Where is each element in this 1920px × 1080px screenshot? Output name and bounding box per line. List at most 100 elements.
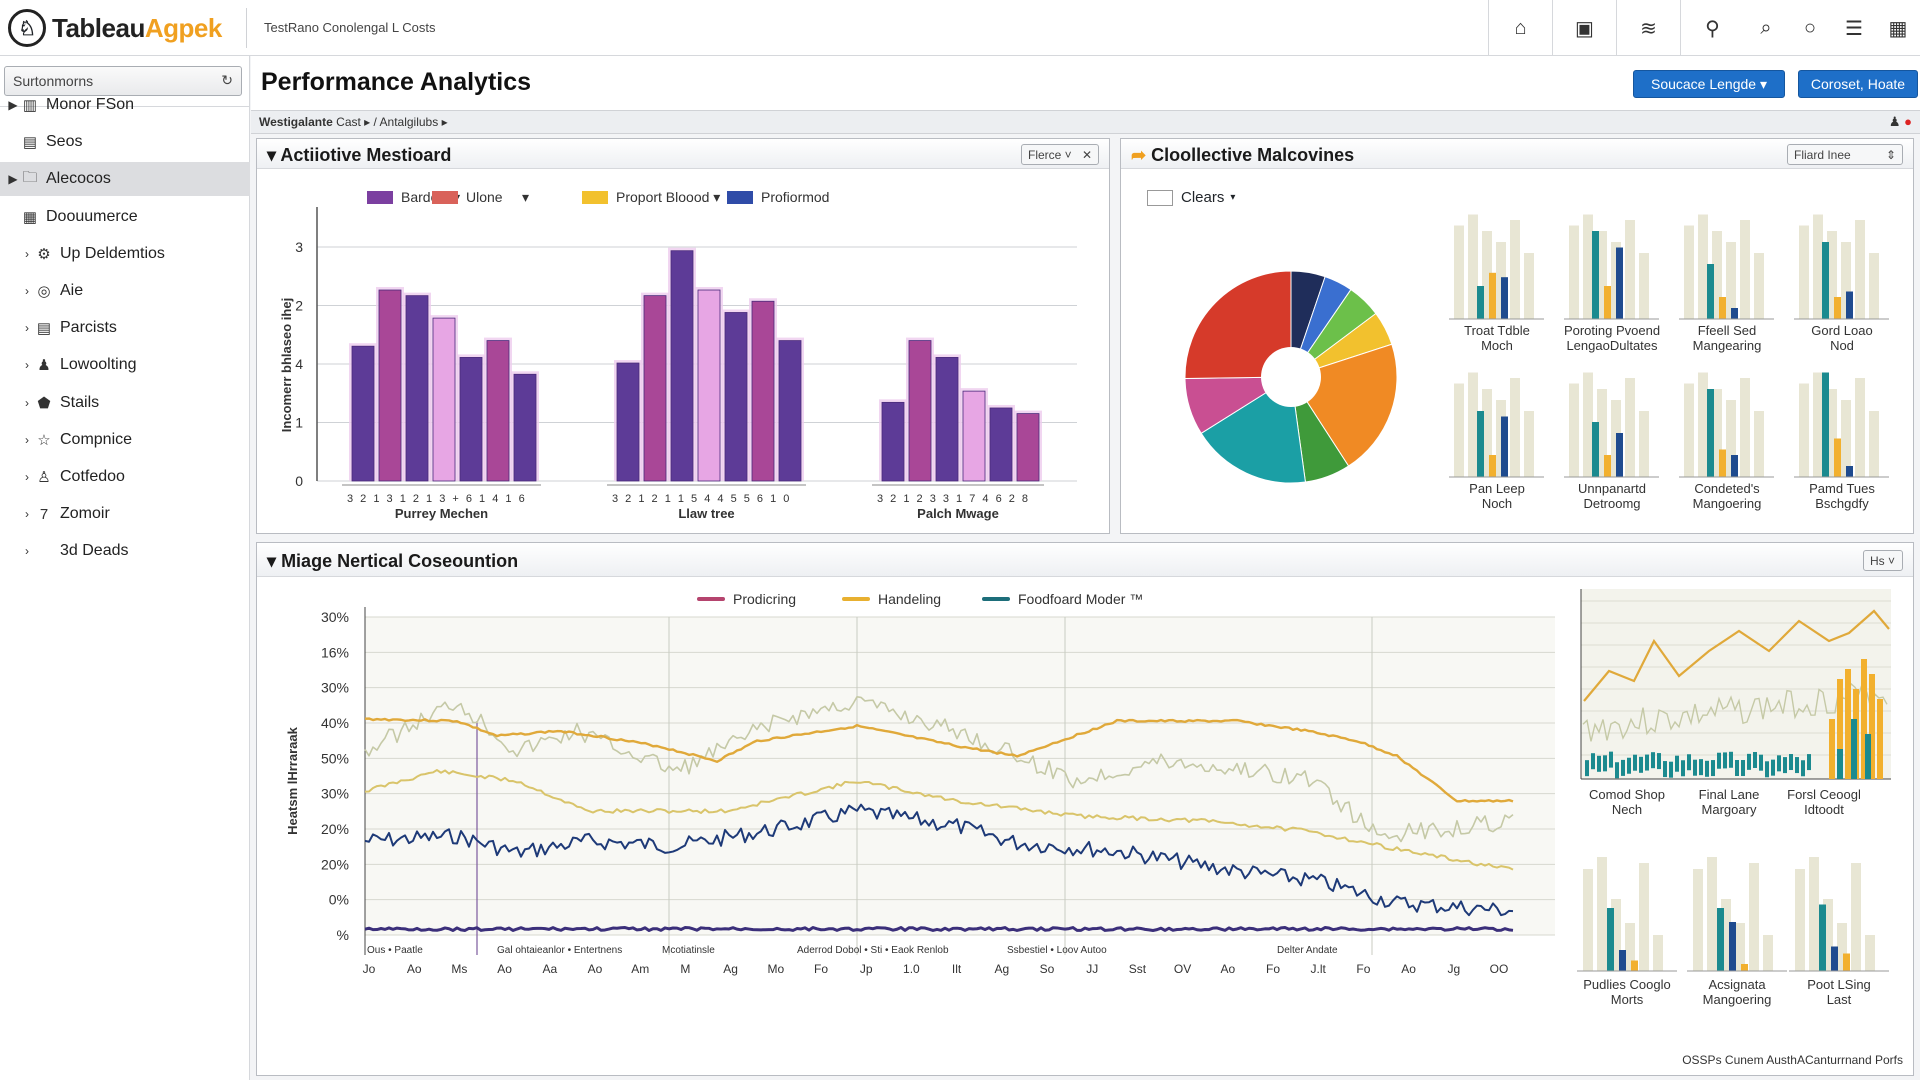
user-icon[interactable]: ⚲	[1680, 0, 1744, 56]
sidebar-item-label: Seos	[46, 133, 83, 151]
menu-icon[interactable]: ☰	[1832, 0, 1876, 56]
dropdown-icon[interactable]: ▾	[1230, 192, 1235, 203]
x-tick-label: Ao	[1401, 962, 1416, 976]
bar-chart: 0 1 4 2 3 Incomerr bhlaseo ihej 3 2 1 3 1 2 1 …	[279, 207, 1077, 521]
app-logo[interactable]: ♘ Tableau Agpek	[8, 8, 222, 48]
clears-filter[interactable]: Clears ▾	[1147, 189, 1235, 206]
mini-bar	[1711, 760, 1715, 777]
x-tick-label: 3 2 1 2 1 1 5 4 4 5 5 6 1 0	[612, 493, 791, 505]
mini-bar	[1619, 950, 1626, 971]
person-icon[interactable]: ♟	[1889, 114, 1901, 129]
bar	[697, 289, 721, 482]
options-dropdown[interactable]: Hs ˅	[1863, 550, 1903, 571]
sidebar-item[interactable]: › ♟ Lowoolting	[0, 348, 250, 382]
sidebar-item[interactable]: › ⬟ Stails	[0, 386, 250, 420]
collapse-icon[interactable]: ▾	[267, 551, 276, 571]
x-tick-label: 3 2 1 2 3 3 1 7 4 6 2 8	[877, 493, 1030, 505]
breadcrumb-path[interactable]: Cast ▸ / Antalgilubs ▸	[336, 115, 447, 129]
chevron-right-icon[interactable]: ›	[20, 284, 34, 298]
sidebar-item[interactable]: ▶ ▥ Monor FSon	[0, 88, 250, 122]
mini-bar-bg	[1740, 378, 1750, 477]
create-host-button[interactable]: Coroset, Hoate	[1798, 70, 1918, 98]
sidebar-item[interactable]: ▦ Doouumerce	[0, 200, 250, 234]
chevron-right-icon[interactable]: ›	[20, 544, 34, 558]
sidebar: Surtonmorns ↻ ▶ ▥ Monor FSon ▤ Seos ▶ 🗀 Alecoco…	[0, 56, 250, 1080]
x-tick-label: Ao	[588, 962, 603, 976]
filter-dropdown[interactable]: Flerce ˅ ✕	[1021, 144, 1099, 165]
breadcrumb-root[interactable]: Westigalante	[259, 115, 333, 129]
sidebar-item[interactable]: › ▤ Parcists	[0, 311, 250, 345]
chevron-right-icon[interactable]: ▶	[6, 98, 20, 112]
panel-title: ▾ Miage Nertical Coseountion	[267, 551, 518, 572]
y-tick-label: 20%	[321, 856, 349, 872]
mini-bar	[1477, 286, 1484, 319]
alert-icon[interactable]: ●	[1904, 114, 1912, 129]
group-label: Llaw tree	[678, 506, 734, 521]
mini-bar	[1663, 761, 1667, 778]
mini-chart-label: Comod Shop	[1589, 787, 1665, 802]
chevron-right-icon[interactable]: ›	[20, 507, 34, 521]
mini-bar-bg	[1740, 220, 1750, 319]
refresh-icon[interactable]: ↻	[221, 72, 233, 89]
sidebar-item-label: Parcists	[60, 319, 117, 337]
x-tick-label: Ao	[497, 962, 512, 976]
search-icon[interactable]: ⌕	[1744, 0, 1788, 56]
mini-bar	[1657, 753, 1661, 770]
mini-bar-bg	[1813, 214, 1823, 319]
pie-chart	[1184, 270, 1398, 484]
chevron-right-icon[interactable]: ›	[20, 433, 34, 447]
chevron-right-icon[interactable]: ▶	[6, 172, 20, 186]
sidebar-item[interactable]: › ♙ Cotfedoo	[0, 460, 250, 494]
y-tick-label: 16%	[321, 644, 349, 660]
home-icon[interactable]: ⌂	[1488, 0, 1552, 56]
grid-icon[interactable]: ▦	[1876, 0, 1920, 56]
source-dropdown-button[interactable]: Soucace Lengde ▾	[1633, 70, 1785, 98]
checkbox[interactable]	[1147, 189, 1173, 206]
mini-bar	[1795, 757, 1799, 774]
mini-bar	[1597, 755, 1601, 772]
zoom-icon[interactable]: ○	[1788, 0, 1832, 56]
folder-icon: 🗀	[22, 168, 38, 186]
mini-bar-bg	[1707, 857, 1717, 971]
mini-chart-label: Troat Tdble	[1464, 323, 1530, 338]
group-label: Palch Mwage	[917, 506, 999, 521]
close-icon[interactable]: ✕	[1082, 148, 1092, 162]
mini-bar	[1604, 286, 1611, 319]
chevron-right-icon[interactable]: ›	[20, 321, 34, 335]
x-tick-label: Ilt	[952, 962, 962, 976]
mini-chart-label: Condeted's	[1694, 481, 1760, 496]
arrow-icon[interactable]: ➦	[1131, 145, 1146, 165]
filter-dropdown[interactable]: Fliard Inee ⇕	[1787, 144, 1903, 165]
chevron-right-icon[interactable]: ›	[20, 470, 34, 484]
mini-bar	[1687, 754, 1691, 771]
bar	[405, 295, 429, 482]
mini-bar-bg	[1813, 372, 1823, 477]
mini-bar	[1489, 455, 1496, 477]
y-axis-label: Incomerr bhlaseo ihej	[279, 298, 294, 432]
mini-bar-bg	[1869, 411, 1879, 477]
sidebar-item[interactable]: › 3d Deads	[0, 534, 250, 568]
calendar-icon[interactable]: ▣	[1552, 0, 1616, 56]
y-tick-label: 0	[295, 473, 303, 489]
wifi-icon[interactable]: ≋	[1616, 0, 1680, 56]
topbar-icons: ⌂ ▣ ≋ ⚲ ⌕ ○ ☰ ▦	[1488, 0, 1920, 56]
mini-chart-label: Unnpanartd	[1578, 481, 1646, 496]
chevron-right-icon[interactable]: ›	[20, 358, 34, 372]
mini-bar	[1707, 389, 1714, 477]
chevron-right-icon[interactable]: ›	[20, 396, 34, 410]
bar	[432, 317, 456, 482]
sidebar-item[interactable]: › 7 Zomoir	[0, 497, 250, 531]
person-icon: ♟	[37, 357, 51, 375]
sidebar-item[interactable]: › ◎ Aie	[0, 274, 250, 308]
y-axis-label: Heatsm lHrraraak	[285, 726, 300, 834]
chevron-right-icon[interactable]: ›	[20, 247, 34, 261]
y-tick-label: 40%	[321, 715, 349, 731]
mini-bar	[1753, 751, 1757, 768]
sidebar-item[interactable]: › ☆ Compnice	[0, 423, 250, 457]
sidebar-item[interactable]: › ⚙ Up Deldemtios	[0, 237, 250, 271]
sidebar-item[interactable]: ▶ 🗀 Alecocos	[0, 162, 250, 197]
mini-bar	[1783, 757, 1787, 774]
pie-hole	[1261, 347, 1321, 407]
collapse-icon[interactable]: ▾	[267, 145, 276, 165]
sidebar-item[interactable]: ▤ Seos	[0, 125, 250, 159]
